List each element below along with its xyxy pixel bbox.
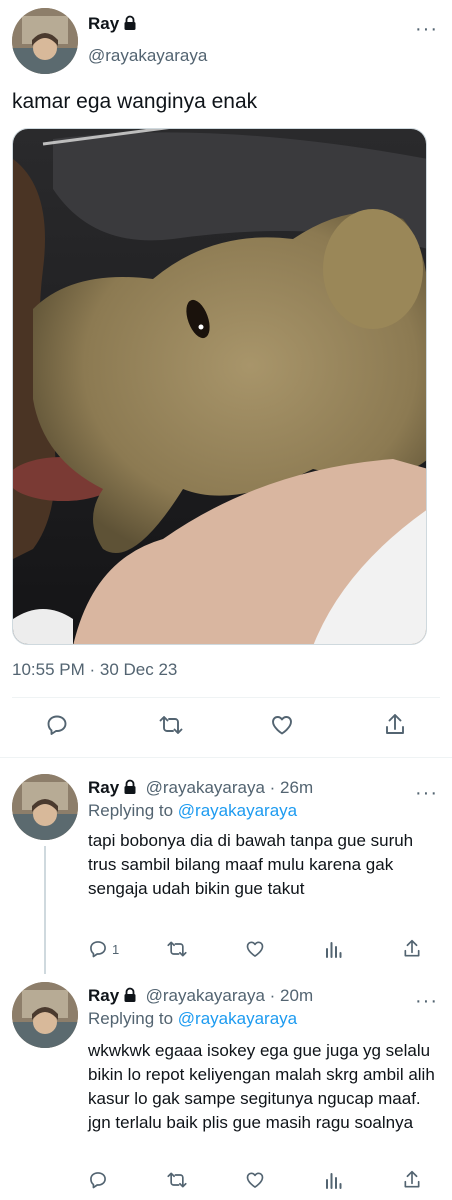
retweet-icon xyxy=(167,1172,187,1188)
comment-icon xyxy=(47,715,67,735)
divider xyxy=(12,697,440,698)
more-options-icon[interactable]: ··· xyxy=(415,19,438,39)
lock-icon xyxy=(122,15,138,36)
thread-line xyxy=(44,846,46,974)
avatar[interactable] xyxy=(12,982,78,1048)
avatar-image xyxy=(12,982,78,1048)
reply-button[interactable]: 1 xyxy=(88,939,119,959)
heart-icon xyxy=(272,716,292,735)
replying-to: Replying to @rayakayaraya xyxy=(88,1009,297,1029)
author-name-row: Ray xyxy=(88,14,138,36)
share-button[interactable] xyxy=(402,938,422,960)
share-icon xyxy=(404,939,420,957)
retweet-button[interactable] xyxy=(158,713,184,737)
share-button[interactable] xyxy=(383,712,407,738)
lock-icon xyxy=(122,779,138,800)
handle-time[interactable]: @rayakayaraya · 26m xyxy=(146,778,314,797)
reply-header: Ray @rayakayaraya · 26m xyxy=(88,778,313,800)
more-options-icon[interactable]: ··· xyxy=(415,783,438,803)
replying-label: Replying to xyxy=(88,1009,174,1028)
like-button[interactable] xyxy=(270,713,294,737)
tweet-timestamp[interactable]: 10:55 PM · 30 Dec 23 xyxy=(12,660,177,680)
replying-to: Replying to @rayakayaraya xyxy=(88,801,297,821)
analytics-button[interactable] xyxy=(325,940,343,958)
reply-button[interactable] xyxy=(45,713,69,737)
reply-text: tapi bobonya dia di bawah tanpa gue suru… xyxy=(88,831,414,898)
handle-time[interactable]: @rayakayaraya · 20m xyxy=(146,986,314,1005)
more-options-icon[interactable]: ··· xyxy=(415,991,438,1011)
author-name[interactable]: Ray xyxy=(88,14,119,33)
heart-icon xyxy=(246,1172,264,1188)
like-button[interactable] xyxy=(245,939,265,959)
comment-icon xyxy=(90,1172,106,1189)
comment-icon xyxy=(90,941,106,958)
reply-header: Ray @rayakayaraya · 20m xyxy=(88,986,313,1008)
retweet-icon xyxy=(167,941,187,957)
retweet-button[interactable] xyxy=(166,939,188,959)
analytics-icon xyxy=(326,942,342,958)
replying-mention[interactable]: @rayakayaraya xyxy=(178,1009,297,1028)
tweet-media[interactable] xyxy=(12,128,427,645)
avatar[interactable] xyxy=(12,774,78,840)
author-name[interactable]: Ray xyxy=(88,778,119,797)
author-handle[interactable]: @rayakayaraya xyxy=(88,46,207,66)
divider xyxy=(0,757,452,758)
avatar-image xyxy=(12,774,78,840)
retweet-icon xyxy=(159,716,183,734)
author-name[interactable]: Ray xyxy=(88,986,119,1005)
analytics-icon xyxy=(326,1173,342,1189)
avatar[interactable] xyxy=(12,8,78,74)
like-button[interactable] xyxy=(245,1170,265,1190)
share-icon xyxy=(386,714,404,734)
tweet-text: kamar ega wanginya enak xyxy=(12,90,258,113)
reply-button[interactable] xyxy=(88,1170,108,1190)
share-icon xyxy=(404,1170,420,1188)
lock-icon xyxy=(122,987,138,1008)
retweet-button[interactable] xyxy=(166,1170,188,1190)
teddy-bear-photo xyxy=(13,129,426,644)
analytics-button[interactable] xyxy=(325,1171,343,1189)
reply-text: wkwkwk egaaa isokey ega gue juga yg sela… xyxy=(88,1041,435,1132)
avatar-image xyxy=(12,8,78,74)
replying-mention[interactable]: @rayakayaraya xyxy=(178,801,297,820)
share-button[interactable] xyxy=(402,1169,422,1191)
heart-icon xyxy=(246,941,264,957)
reply-count: 1 xyxy=(112,941,120,957)
replying-label: Replying to xyxy=(88,801,174,820)
